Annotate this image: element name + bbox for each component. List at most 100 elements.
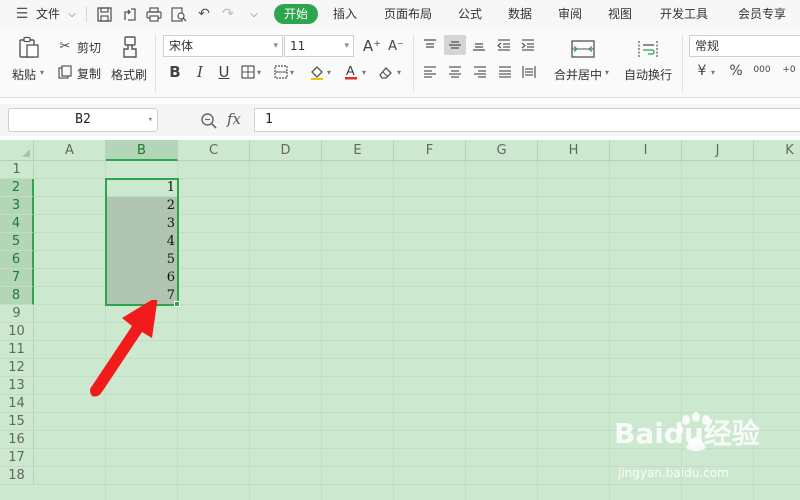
row-header-1[interactable]: 1 [0,161,34,179]
spreadsheet-grid[interactable]: ABCDEFGHIJK 1 2 3 4 5 6 7 8 9 10 11 12 13 14 15 16 17 18 … [0,140,800,500]
row-header-8[interactable]: 8 [0,287,34,305]
column-header-e[interactable]: E [322,140,394,161]
font-size-select[interactable]: 11 ▾ [284,35,354,57]
cut-button[interactable]: 剪切 [77,39,101,56]
zoom-icon[interactable] [200,112,218,130]
row-header-13[interactable]: 13 [0,377,34,395]
column-header-d[interactable]: D [250,140,322,161]
underline-button[interactable]: U [216,63,232,81]
format-painter-icon[interactable] [119,36,141,58]
export-icon[interactable] [121,6,137,22]
paste-button[interactable]: 粘贴 [12,66,36,83]
redo-icon[interactable]: ↷ [220,6,236,22]
copy-icon[interactable] [57,64,73,80]
row-header-3[interactable]: 3 [0,197,34,215]
column-header-k[interactable]: K [754,140,800,161]
paste-dropdown-icon[interactable]: ▾ [40,68,44,77]
print-icon[interactable] [146,6,162,22]
tab-view[interactable]: 视图 [608,0,632,28]
row-header-9[interactable]: 9 [0,305,34,323]
row-header-16[interactable]: 16 [0,431,34,449]
row-header-11[interactable]: 11 [0,341,34,359]
percent-icon[interactable]: % [728,63,744,79]
wrap-text-button[interactable]: 自动换行 [624,66,672,83]
row-header-14[interactable]: 14 [0,395,34,413]
row-header-2[interactable]: 2 [0,179,34,197]
row-header-18[interactable]: 18 [0,467,34,485]
tab-member[interactable]: 会员专享 [738,0,786,28]
number-format-select[interactable]: 常规 [689,35,800,57]
fill-color-icon[interactable] [309,64,325,80]
select-all-corner[interactable] [0,140,34,161]
column-header-j[interactable]: J [682,140,754,161]
row-header-6[interactable]: 6 [0,251,34,269]
merge-center-icon[interactable] [571,38,595,60]
borders-icon[interactable] [240,64,256,80]
thousands-separator-icon[interactable]: 000 [752,62,772,78]
undo-icon[interactable]: ↶ [196,6,212,22]
scissors-icon[interactable]: ✂ [57,38,73,54]
column-header-a[interactable]: A [34,140,106,161]
align-left-icon[interactable] [422,64,438,80]
chevron-down-icon[interactable]: ▾ [397,68,401,77]
tab-review[interactable]: 审阅 [558,0,582,28]
font-grow-icon[interactable]: A⁺ [362,37,382,55]
wrap-text-icon[interactable] [637,38,659,60]
increase-indent-icon[interactable] [520,37,536,53]
tab-insert[interactable]: 插入 [333,0,357,28]
save-icon[interactable] [96,6,112,22]
column-header-b[interactable]: B [106,140,178,161]
clear-format-icon[interactable] [378,64,394,80]
font-name-select[interactable]: 宋体 ▾ [163,35,283,57]
row-header-15[interactable]: 15 [0,413,34,431]
currency-icon[interactable]: ¥ [694,63,710,79]
column-header-c[interactable]: C [178,140,250,161]
row-header-4[interactable]: 4 [0,215,34,233]
name-box[interactable]: B2 ▾ [8,108,158,132]
column-header-i[interactable]: I [610,140,682,161]
column-header-f[interactable]: F [394,140,466,161]
increase-decimal-icon[interactable]: +0 [778,62,800,78]
chevron-down-icon[interactable]: ▾ [327,68,331,77]
border-style-icon[interactable] [273,64,289,80]
quick-access-more-icon[interactable]: ⌵ [246,6,262,22]
paste-icon[interactable] [18,36,40,58]
row-header-7[interactable]: 7 [0,269,34,287]
decrease-indent-icon[interactable] [496,37,512,53]
align-middle-icon[interactable] [444,35,466,55]
justify-icon[interactable] [497,64,513,80]
row-header-12[interactable]: 12 [0,359,34,377]
hamburger-menu-icon[interactable]: ☰ [14,6,30,22]
format-painter-button[interactable]: 格式刷 [111,66,147,83]
tab-developer[interactable]: 开发工具 [660,0,708,28]
tab-data[interactable]: 数据 [508,0,532,28]
align-bottom-icon[interactable] [471,37,487,53]
align-center-icon[interactable] [447,64,463,80]
tab-formulas[interactable]: 公式 [458,0,482,28]
row-header-10[interactable]: 10 [0,323,34,341]
chevron-down-icon[interactable]: ▾ [605,68,609,77]
bold-button[interactable]: B [167,63,183,81]
tab-home[interactable]: 开始 [274,4,318,24]
column-header-g[interactable]: G [466,140,538,161]
align-top-icon[interactable] [422,37,438,53]
chevron-down-icon[interactable]: ▾ [711,68,715,77]
merge-center-button[interactable]: 合并居中 [554,66,602,83]
distributed-align-icon[interactable] [521,64,537,80]
file-menu[interactable]: 文件 [36,0,60,28]
italic-button[interactable]: I [192,63,208,81]
chevron-down-icon[interactable]: ⌵ [64,6,80,22]
tab-page-layout[interactable]: 页面布局 [384,0,432,28]
copy-button[interactable]: 复制 [77,65,101,82]
print-preview-icon[interactable] [171,6,187,22]
font-shrink-icon[interactable]: A⁻ [386,38,406,54]
font-color-icon[interactable]: A [343,63,359,79]
column-header-h[interactable]: H [538,140,610,161]
chevron-down-icon[interactable]: ▾ [257,68,261,77]
align-right-icon[interactable] [472,64,488,80]
row-header-17[interactable]: 17 [0,449,34,467]
row-header-5[interactable]: 5 [0,233,34,251]
insert-function-button[interactable]: fx [227,110,241,128]
chevron-down-icon[interactable]: ▾ [290,68,294,77]
formula-input[interactable]: 1 [254,108,800,132]
